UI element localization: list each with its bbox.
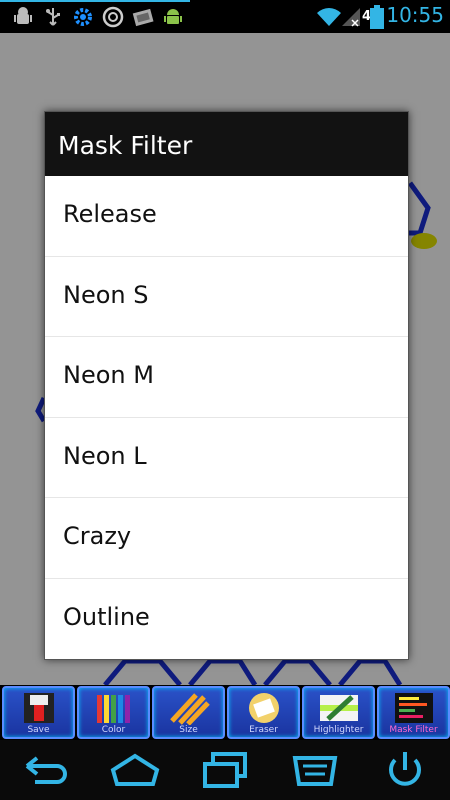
option-crazy[interactable]: Crazy [45,498,408,579]
tool-label: Color [101,725,126,735]
tool-label: Highlighter [313,725,364,735]
tool-color-button[interactable]: Color [77,686,150,739]
mask-filter-icon [395,693,433,723]
android-debug-icon [14,7,32,24]
option-label: Neon S [63,280,149,309]
tool-label: Size [179,725,198,735]
no-signal-icon [342,8,360,27]
size-icon [170,693,210,725]
wifi-icon [317,8,341,26]
navigation-bar [0,740,450,800]
power-icon[interactable] [375,748,435,792]
app-icon [102,6,124,28]
tool-eraser-button[interactable]: Eraser [227,686,300,739]
android-icon [164,9,182,24]
option-neon-m[interactable]: Neon M [45,337,408,418]
option-neon-l[interactable]: Neon L [45,418,408,498]
settings-icon [74,8,92,26]
tool-label: Save [27,725,50,735]
tool-save-button[interactable]: Save [2,686,75,739]
back-icon[interactable] [15,748,75,792]
highlighter-icon [320,695,358,721]
dialog-option-list: Release Neon S Neon M Neon L Crazy Outli… [45,176,408,659]
option-neon-s[interactable]: Neon S [45,257,408,337]
tool-label: Eraser [249,725,278,735]
recent-apps-icon[interactable] [195,748,255,792]
battery-icon [370,5,384,29]
option-release[interactable]: Release [45,176,408,257]
option-label: Release [63,200,157,228]
usb-icon [46,8,60,26]
status-bar: 42 10:55 [0,0,450,33]
option-label: Neon M [63,361,154,389]
save-icon [24,693,54,723]
dialog-title-bar: Mask Filter [45,112,408,176]
menu-icon[interactable] [285,748,345,792]
tool-highlighter-button[interactable]: Highlighter [302,686,375,739]
eraser-icon [249,693,279,723]
home-icon[interactable] [105,748,165,792]
dialog-title: Mask Filter [58,131,193,160]
photo-icon [132,8,154,27]
mask-filter-dialog: Mask Filter Release Neon S Neon M Neon L… [44,111,409,660]
option-label: Crazy [63,522,132,550]
option-label: Outline [63,602,150,631]
status-progress-line [0,0,190,2]
option-outline[interactable]: Outline [45,579,408,660]
tool-mask-filter-button[interactable]: Mask Filter [377,686,450,739]
option-label: Neon L [63,441,147,470]
tool-bar: Save Color Size Eraser Highlighter Mask … [0,685,450,740]
tool-size-button[interactable]: Size [152,686,225,739]
tool-label: Mask Filter [389,725,438,735]
clock: 10:55 [386,3,444,27]
color-icon [97,695,130,723]
screen: 42 10:55 Save Color [0,0,450,800]
